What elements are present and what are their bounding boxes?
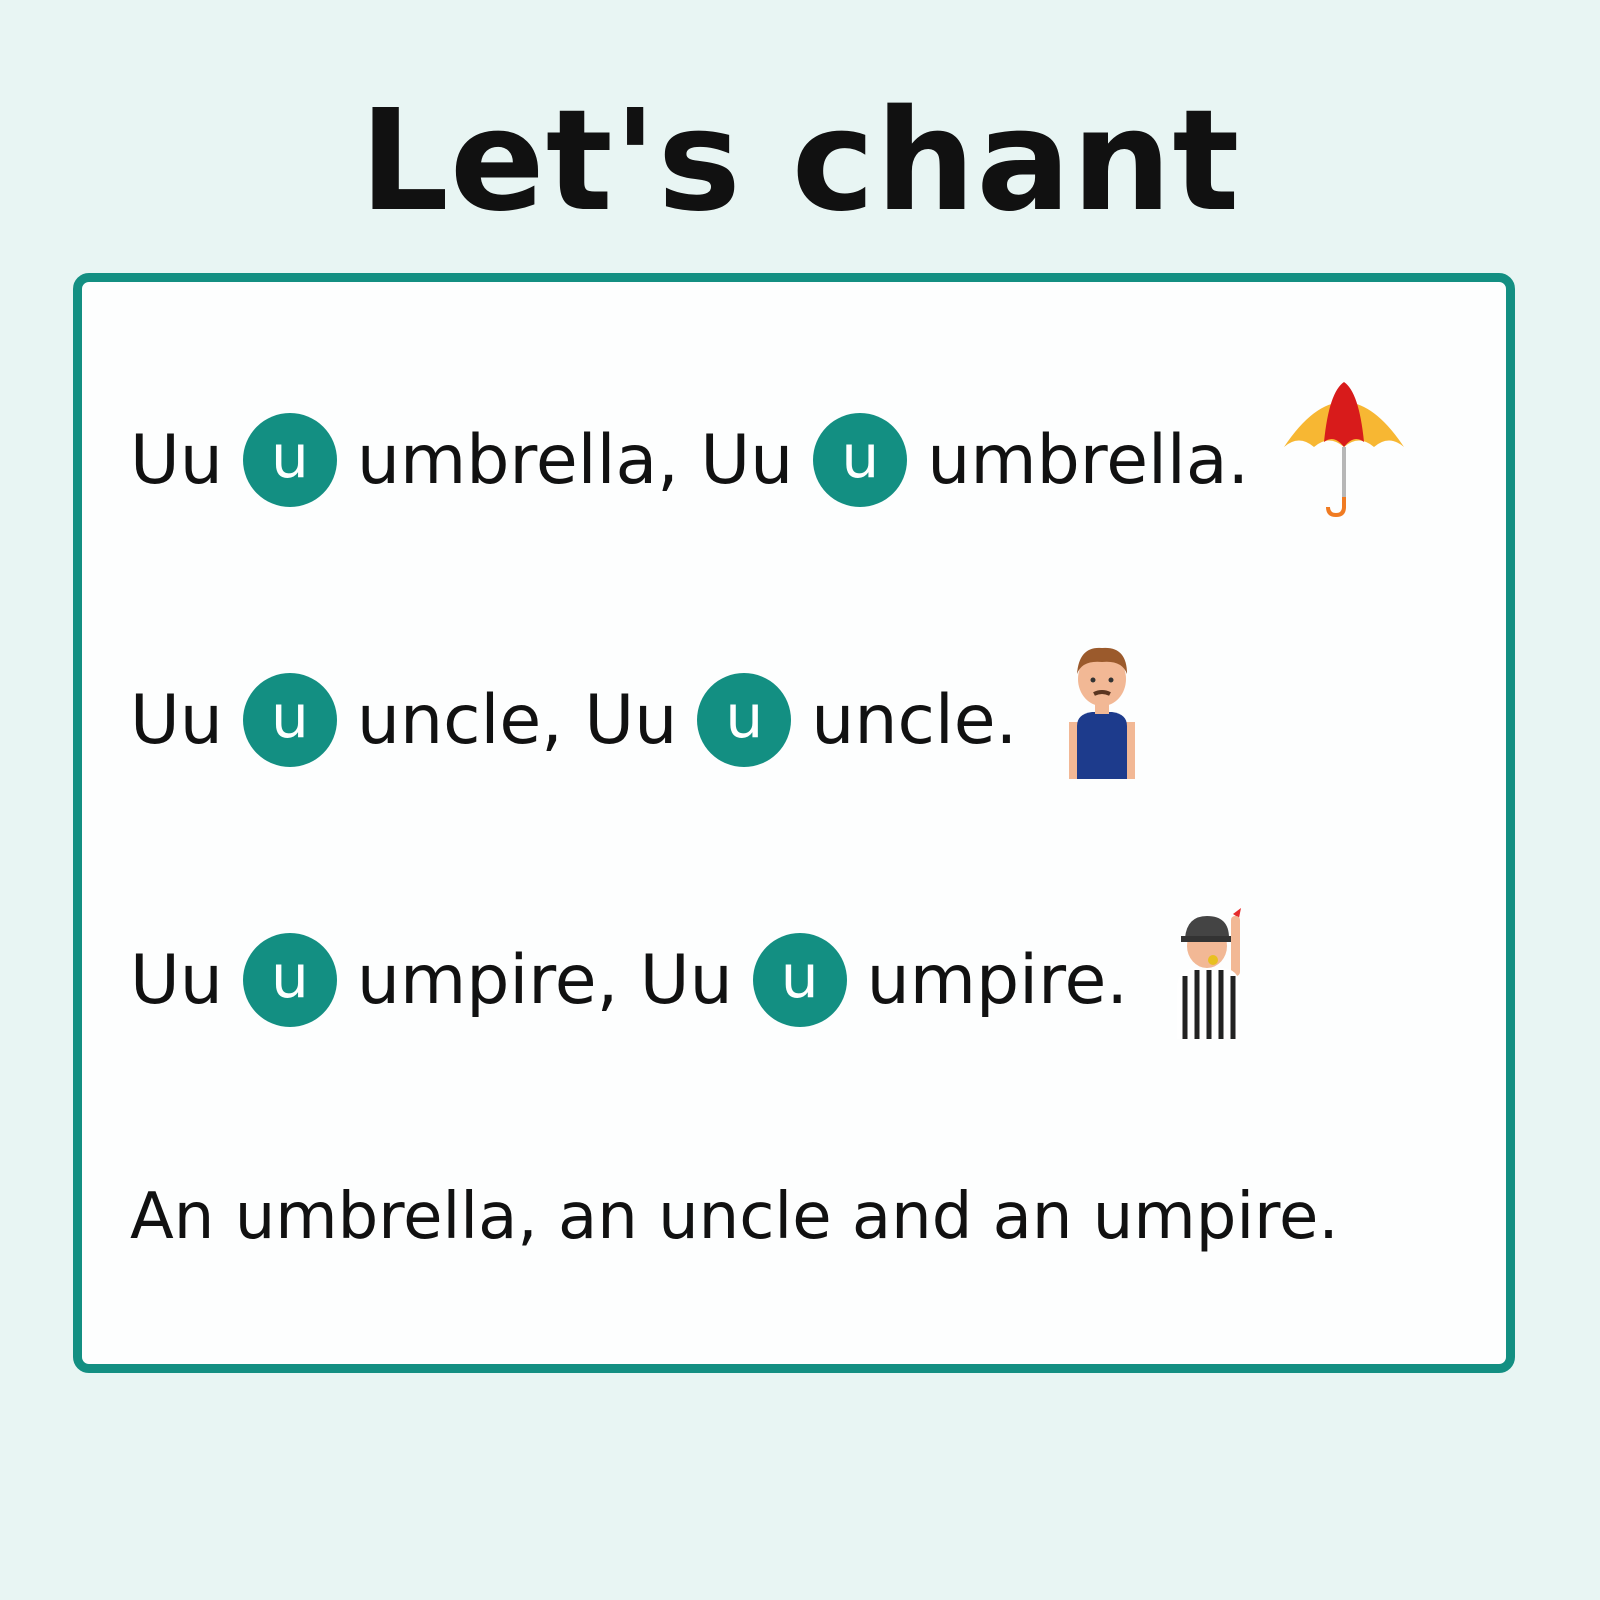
uncle-icon xyxy=(1067,644,1137,796)
umbrella-icon xyxy=(1279,381,1409,539)
umpire-icon xyxy=(1173,904,1253,1056)
letter-circle: u xyxy=(242,673,337,767)
letter-circle: u xyxy=(242,413,337,507)
chant-letters: Uu xyxy=(130,420,223,500)
chant-word: umpire, Uu xyxy=(356,940,733,1020)
page-title: Let's chant xyxy=(359,80,1241,243)
chant-word: uncle. xyxy=(811,680,1018,760)
chant-line-umbrella: Uu u umbrella, Uu u umbrella. xyxy=(130,381,1409,517)
letter-circle: u xyxy=(697,673,792,767)
chant-letters: Uu xyxy=(130,940,223,1020)
chant-word: uncle, Uu xyxy=(356,680,678,760)
letter-circle: u xyxy=(752,933,847,1027)
chant-word: umpire. xyxy=(866,940,1128,1020)
chant-letters: Uu xyxy=(130,680,223,760)
letter-circle: u xyxy=(242,933,337,1027)
chant-summary: An umbrella, an uncle and an umpire. xyxy=(130,1180,1339,1254)
chant-line-uncle: Uu u uncle, Uu u uncle. xyxy=(130,647,1137,779)
chant-card: Uu u umbrella, Uu u umbrella. Uu u uncle… xyxy=(73,273,1515,1373)
chant-word: umbrella, Uu xyxy=(356,420,794,500)
chant-word: umbrella. xyxy=(927,420,1250,500)
chant-line-umpire: Uu u umpire, Uu u umpire. xyxy=(130,908,1253,1039)
letter-circle: u xyxy=(813,413,908,507)
